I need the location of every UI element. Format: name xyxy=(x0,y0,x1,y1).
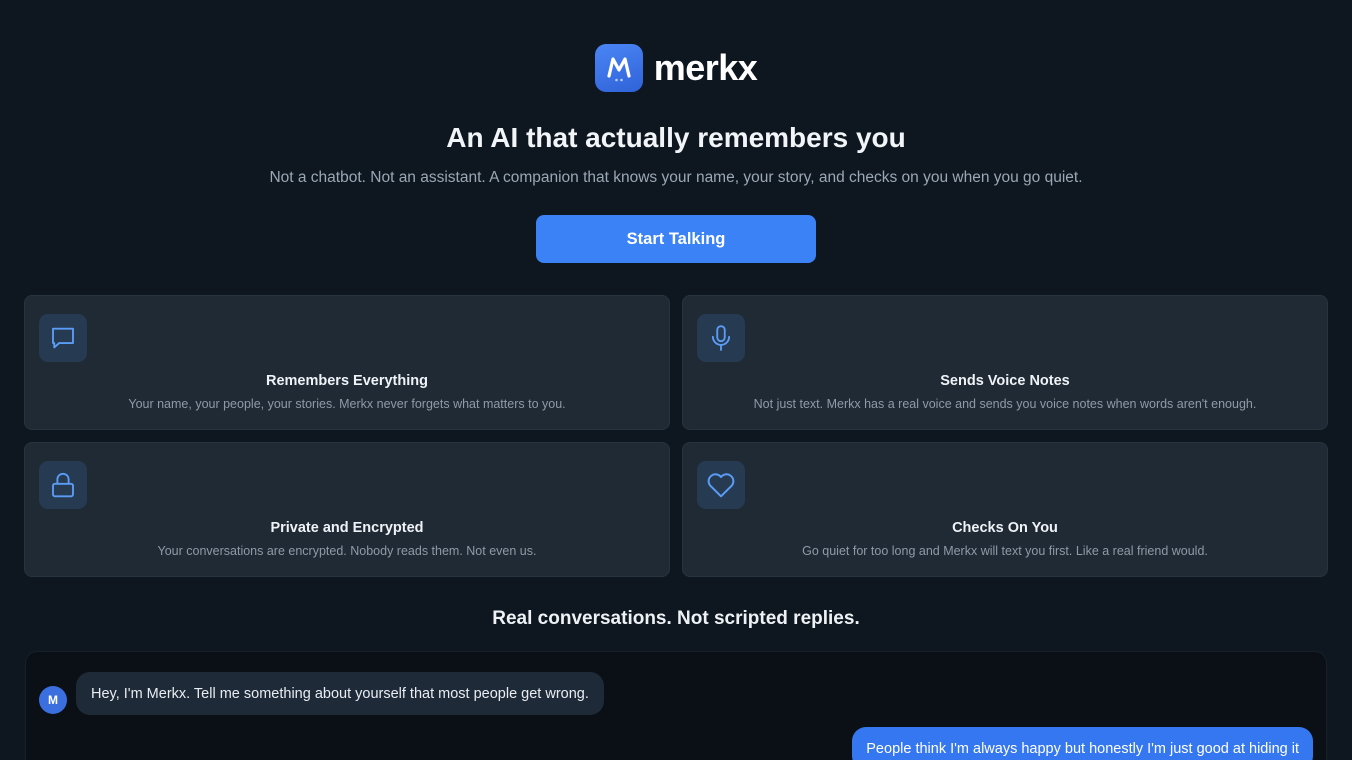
feature-card-private: Private and Encrypted Your conversations… xyxy=(24,442,670,577)
feature-card-remembers: Remembers Everything Your name, your peo… xyxy=(24,295,670,430)
conversation-section-title: Real conversations. Not scripted replies… xyxy=(492,608,860,629)
sample-chat-panel: M Hey, I'm Merkx. Tell me something abou… xyxy=(25,651,1327,760)
microphone-icon xyxy=(697,314,745,362)
landing-page: merkx An AI that actually remembers you … xyxy=(0,0,1352,760)
hero-headline: An AI that actually remembers you xyxy=(446,122,906,153)
brand-header: merkx xyxy=(0,44,1352,92)
feature-title: Checks On You xyxy=(952,520,1058,536)
feature-title: Remembers Everything xyxy=(266,373,428,389)
feature-description: Your conversations are encrypted. Nobody… xyxy=(157,544,537,558)
start-talking-button[interactable]: Start Talking xyxy=(536,215,816,263)
hero-subline: Not a chatbot. Not an assistant. A compa… xyxy=(269,169,1083,186)
avatar: M xyxy=(39,686,67,714)
merkx-logo-icon[interactable] xyxy=(594,44,643,92)
lock-icon xyxy=(39,461,87,509)
feature-title: Private and Encrypted xyxy=(270,520,424,536)
feature-description: Go quiet for too long and Merkx will tex… xyxy=(802,544,1208,558)
user-message-bubble: People think I'm always happy but honest… xyxy=(852,727,1313,760)
heart-icon xyxy=(697,461,745,509)
chat-bubble-icon xyxy=(39,314,87,362)
bot-message-bubble: Hey, I'm Merkx. Tell me something about … xyxy=(76,672,604,715)
feature-description: Your name, your people, your stories. Me… xyxy=(128,397,566,411)
feature-card-voice-notes: Sends Voice Notes Not just text. Merkx h… xyxy=(682,295,1328,430)
feature-title: Sends Voice Notes xyxy=(940,373,1070,389)
feature-card-checks-on-you: Checks On You Go quiet for too long and … xyxy=(682,442,1328,577)
brand-name[interactable]: merkx xyxy=(654,47,758,89)
feature-description: Not just text. Merkx has a real voice an… xyxy=(753,397,1257,411)
